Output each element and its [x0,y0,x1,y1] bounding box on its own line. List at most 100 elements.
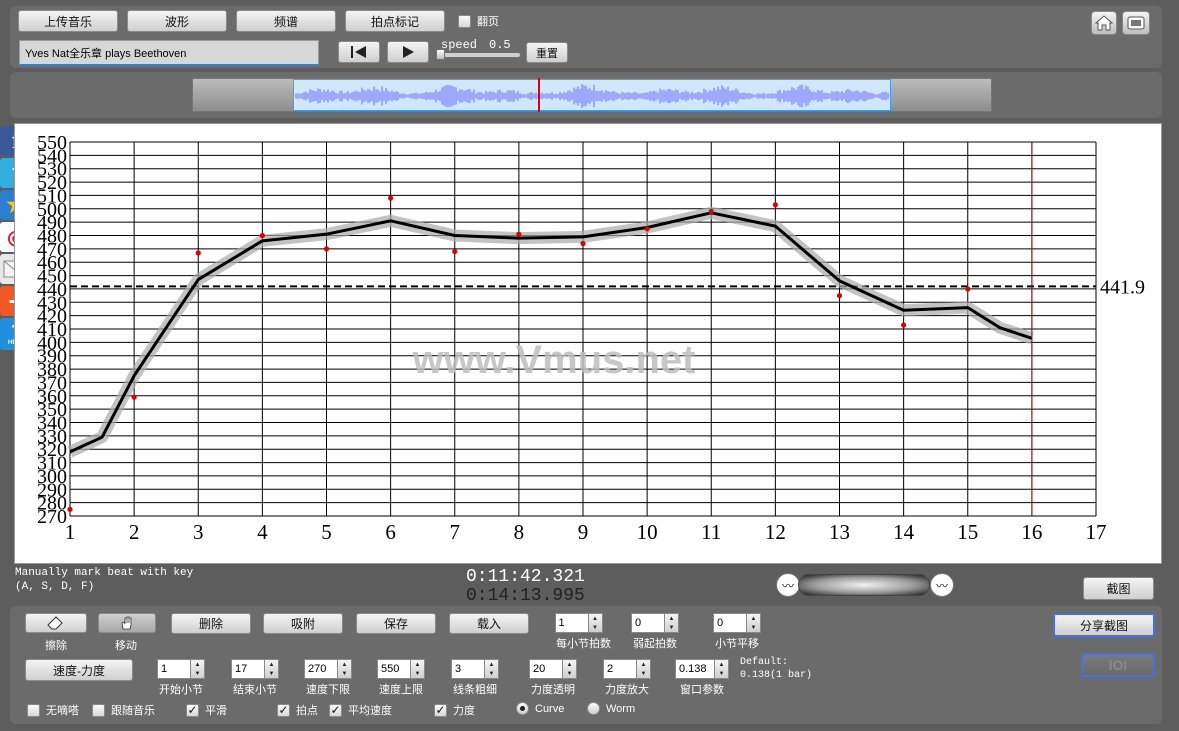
bar-offset-label: 小节平移 [715,638,759,650]
smooth-box[interactable]: ✓ [186,703,199,717]
skip-to-start-button[interactable] [338,41,380,63]
beats-per-bar-arrows[interactable]: ▲ ▼ [588,613,603,633]
beat-point [323,246,330,252]
x-tick-label: 11 [701,520,721,544]
track-title-field[interactable]: Yves Nat全乐章 plays Beethoven [19,40,319,66]
follow-music-label: 跟随音乐 [111,705,155,717]
screenshot-button[interactable]: 截图 [1083,577,1154,600]
flip-page-checkbox[interactable]: 翻页 [458,13,499,29]
x-tick-label: 1 [65,520,76,544]
erase-button[interactable] [25,613,87,633]
move-button[interactable] [98,613,156,633]
smooth-checkbox[interactable]: ✓ 平滑 [186,702,227,718]
beat-points-box[interactable]: ✓ [277,703,290,717]
tempo-max-arrows[interactable]: ▲ ▼ [411,659,425,679]
start-bar-stepper[interactable]: 1 ▲ ▼ 开始小节 [157,659,205,697]
tap-mark-button[interactable]: 拍点标记 [345,10,445,32]
curve-radio-circle[interactable] [516,702,529,715]
tempo-dynamics-mode-button[interactable]: 速度-力度 [25,659,133,681]
waveform-button[interactable]: 波形 [127,10,227,32]
line-width-value[interactable]: 3 [451,659,485,679]
watermark-text: www.Vmus.net [411,338,695,382]
waveform-playhead[interactable] [538,78,540,112]
worm-radio[interactable]: Worm [587,702,635,715]
fullscreen-button[interactable] [1122,11,1150,35]
no-metronome-checkbox[interactable]: 无嘀嗒 [27,702,79,718]
beats-per-bar-stepper[interactable]: 1 ▲ ▼ 每小节拍数 [546,613,611,651]
curve-radio-label: Curve [535,702,565,715]
smooth-label: 平滑 [205,705,227,717]
waveform-track[interactable] [192,78,992,112]
end-bar-arrows[interactable]: ▲ ▼ [265,659,279,679]
end-bar-stepper[interactable]: 17 ▲ ▼ 结束小节 [231,659,279,697]
tempo-min-arrows[interactable]: ▲ ▼ [338,659,352,679]
tempo-max-stepper[interactable]: 550 ▲ ▼ 速度上限 [377,659,425,697]
start-bar-value[interactable]: 1 [157,659,191,679]
bar-offset-stepper[interactable]: 0 ▲ ▼ 小节平移 [713,613,761,651]
delete-button[interactable]: 删除 [171,613,251,634]
no-metronome-box[interactable] [27,703,40,717]
bar-offset-value[interactable]: 0 [713,613,747,633]
dynamics-opacity-value[interactable]: 20 [529,659,563,679]
beat-point [772,202,778,208]
spectrum-button[interactable]: 频谱 [236,10,336,32]
dynamics-scale-value[interactable]: 2 [603,659,637,679]
save-button[interactable]: 保存 [356,613,436,634]
volume-slider[interactable]: 〰 〰 [776,572,954,598]
window-param-arrows[interactable]: ▲ ▼ [715,659,729,679]
beats-per-bar-value[interactable]: 1 [554,613,589,633]
attach-button[interactable]: 吸附 [263,613,343,634]
line-width-stepper[interactable]: 3 ▲ ▼ 线条粗细 [451,659,499,697]
play-button[interactable] [387,41,429,63]
ioi-button[interactable]: IOI [1081,653,1155,677]
waveform-visible-window[interactable] [293,79,891,111]
curve-radio[interactable]: Curve [516,702,564,715]
load-button[interactable]: 载入 [449,613,529,634]
no-metronome-label: 无嘀嗒 [46,705,79,717]
dynamics-scale-label: 力度放大 [605,684,649,696]
beat-point [67,506,73,512]
dynamics-opacity-arrows[interactable]: ▲ ▼ [563,659,577,679]
tempo-min-stepper[interactable]: 270 ▲ ▼ 速度下限 [304,659,352,697]
window-param-stepper[interactable]: 0.138 ▲ ▼ 窗口参数 [675,659,729,697]
start-bar-arrows[interactable]: ▲ ▼ [191,659,205,679]
share-screenshot-button[interactable]: 分享截图 [1053,613,1155,637]
follow-music-checkbox[interactable]: 跟随音乐 [92,702,155,718]
flip-page-label: 翻页 [477,16,499,28]
beats-per-bar-label: 每小节拍数 [556,638,611,650]
reset-speed-button[interactable]: 重置 [526,42,568,63]
window-param-value[interactable]: 0.138 [675,659,715,679]
x-tick-label: 7 [450,520,461,544]
x-tick-label: 10 [637,520,658,544]
beat-points-checkbox[interactable]: ✓ 拍点 [277,702,318,718]
flip-page-box[interactable] [458,14,471,28]
speed-slider[interactable] [436,49,520,60]
pickup-beats-arrows[interactable]: ▲ ▼ [665,613,679,633]
follow-music-box[interactable] [92,703,105,717]
dynamics-scale-arrows[interactable]: ▲ ▼ [637,659,651,679]
total-time: 0:14:13.995 [466,586,585,606]
dynamics-checkbox[interactable]: ✓ 力度 [434,702,475,718]
home-button[interactable] [1091,11,1117,35]
beat-point [901,322,907,328]
wave-left-icon: 〰 [776,573,800,597]
tempo-min-value[interactable]: 270 [304,659,338,679]
worm-radio-circle[interactable] [587,702,600,715]
pickup-beats-stepper[interactable]: 0 ▲ ▼ 弱起拍数 [631,613,679,651]
x-tick-label: 9 [578,520,589,544]
volume-track[interactable] [798,574,930,596]
dynamics-opacity-stepper[interactable]: 20 ▲ ▼ 力度透明 [529,659,577,697]
upload-music-button[interactable]: 上传音乐 [18,10,118,32]
tempo-chart[interactable]: 2702802903003103203303403503603703803904… [14,123,1162,564]
dynamics-scale-stepper[interactable]: 2 ▲ ▼ 力度放大 [603,659,651,697]
avg-tempo-box[interactable]: ✓ [329,703,342,717]
end-bar-value[interactable]: 17 [231,659,265,679]
pickup-beats-value[interactable]: 0 [631,613,665,633]
bar-offset-arrows[interactable]: ▲ ▼ [747,613,761,633]
avg-tempo-checkbox[interactable]: ✓ 平均速度 [329,702,392,718]
line-width-arrows[interactable]: ▲ ▼ [485,659,499,679]
speed-slider-thumb[interactable] [436,49,445,60]
dynamics-box[interactable]: ✓ [434,703,447,717]
tempo-max-value[interactable]: 550 [377,659,411,679]
beat-point [195,250,201,256]
